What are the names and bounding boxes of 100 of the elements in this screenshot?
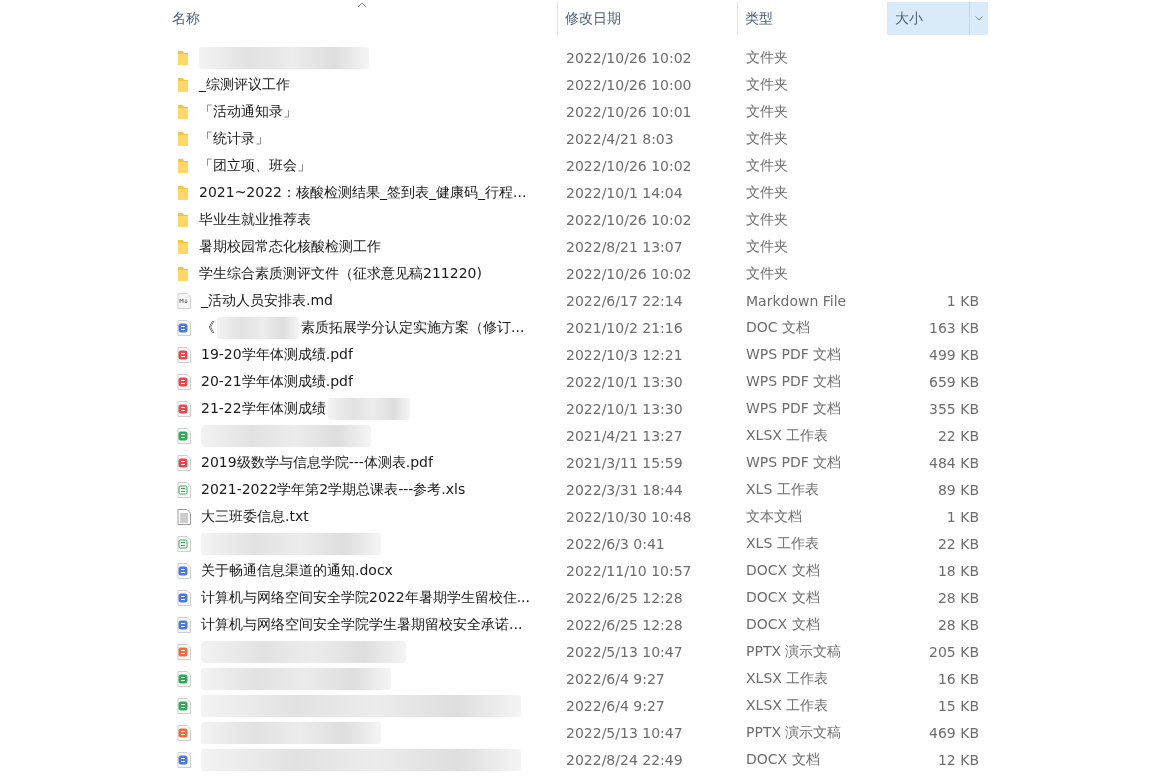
spreadsheet-file-icon: [177, 481, 191, 498]
file-size: 15 KB: [936, 697, 980, 714]
markdown-file-icon: [177, 292, 191, 309]
file-type: WPS PDF 文档: [745, 453, 843, 472]
modified-date: 2022/6/17 22:14: [565, 292, 684, 309]
modified-date: 2022/10/30 10:48: [565, 508, 693, 525]
file-type: 文本文档: [745, 507, 803, 526]
file-name[interactable]: 21-22学年体测成绩: [201, 399, 326, 418]
modified-date: 2022/10/26 10:02: [565, 157, 693, 174]
file-name[interactable]: 关于畅通信息渠道的通知.docx: [201, 561, 393, 580]
file-type: 文件夹: [745, 183, 789, 202]
file-type: PPTX 演示文稿: [745, 723, 843, 742]
file-name[interactable]: 素质拓展学分认定实施方案（修订...: [301, 318, 525, 337]
modified-date: 2022/10/26 10:01: [565, 103, 693, 120]
modified-date: 2022/10/26 10:02: [565, 211, 693, 228]
file-type: PPTX 演示文稿: [745, 642, 843, 661]
modified-date: 2022/10/26 10:02: [565, 265, 693, 282]
text-file-icon: [177, 508, 191, 525]
file-type: XLSX 工作表: [745, 696, 830, 715]
file-type: 文件夹: [745, 48, 789, 67]
file-size: 28 KB: [936, 616, 980, 633]
file-type: WPS PDF 文档: [745, 345, 843, 364]
file-type: Markdown File: [745, 292, 848, 309]
file-type: 文件夹: [745, 264, 789, 283]
word-file-icon: [177, 589, 191, 606]
chevron-down-icon: [975, 16, 983, 21]
column-title: 大小: [895, 9, 924, 28]
file-type: 文件夹: [745, 210, 789, 229]
modified-date: 2022/10/1 14:04: [565, 184, 684, 201]
file-name[interactable]: 「团立项、班会」: [199, 156, 311, 175]
word-file-icon: [177, 751, 191, 768]
pdf-file-icon: [177, 346, 191, 363]
spreadsheet-file-icon: [177, 697, 191, 714]
modified-date: 2022/5/13 10:47: [565, 643, 684, 660]
file-name[interactable]: 2021~2022：核酸检测结果_签到表_健康码_行程...: [199, 183, 527, 202]
modified-date: 2022/5/13 10:47: [565, 724, 684, 741]
modified-date: 2022/4/21 8:03: [565, 130, 675, 147]
file-type: DOCX 文档: [745, 750, 821, 769]
file-name[interactable]: 毕业生就业推荐表: [199, 210, 311, 229]
file-size: 659 KB: [928, 373, 980, 390]
column-title: 名称: [172, 9, 201, 28]
file-size: 89 KB: [936, 481, 980, 498]
file-size: 163 KB: [928, 319, 980, 336]
modified-date: 2022/6/3 0:41: [565, 535, 666, 552]
file-name[interactable]: 2019级数学与信息学院---体测表.pdf: [201, 453, 433, 472]
file-size: 12 KB: [936, 751, 980, 768]
modified-date: 2022/10/1 13:30: [565, 400, 684, 417]
file-size: 355 KB: [928, 400, 980, 417]
modified-date: 2022/6/4 9:27: [565, 670, 666, 687]
modified-date: 2022/11/10 10:57: [565, 562, 693, 579]
modified-date: 2022/8/24 22:49: [565, 751, 684, 768]
file-type: XLSX 工作表: [745, 669, 830, 688]
file-name[interactable]: 19-20学年体测成绩.pdf: [201, 345, 353, 364]
file-name[interactable]: 「统计录」: [199, 129, 269, 148]
folder-icon: [177, 211, 189, 228]
file-name[interactable]: 计算机与网络空间安全学院2022年暑期学生留校住...: [201, 588, 530, 607]
modified-date: 2022/10/26 10:00: [565, 76, 693, 93]
folder-icon: [177, 49, 189, 66]
file-type: DOCX 文档: [745, 615, 821, 634]
file-name[interactable]: 2021-2022学年第2学期总课表---参考.xls: [201, 480, 466, 499]
word-file-icon: [177, 319, 191, 336]
column-title: 类型: [745, 9, 774, 28]
file-type: XLS 工作表: [745, 534, 820, 553]
file-size: 1 KB: [945, 292, 980, 309]
folder-icon: [177, 76, 189, 93]
file-name[interactable]: 计算机与网络空间安全学院学生暑期留校安全承诺...: [201, 615, 523, 634]
file-name[interactable]: _综测评议工作: [199, 75, 290, 94]
file-size: 1 KB: [945, 508, 980, 525]
file-name[interactable]: _活动人员安排表.md: [201, 291, 333, 310]
file-size: 469 KB: [928, 724, 980, 741]
file-type: DOCX 文档: [745, 588, 821, 607]
file-name[interactable]: 学生综合素质测评文件（征求意见稿211220): [199, 264, 482, 283]
folder-icon: [177, 130, 189, 147]
file-name[interactable]: 「活动通知录」: [199, 102, 297, 121]
file-size: 18 KB: [936, 562, 980, 579]
modified-date: 2022/8/21 13:07: [565, 238, 684, 255]
file-name[interactable]: 《: [201, 318, 215, 337]
file-name[interactable]: 大三班委信息.txt: [201, 507, 309, 526]
modified-date: 2022/6/4 9:27: [565, 697, 666, 714]
file-type: 文件夹: [745, 156, 789, 175]
file-size: 205 KB: [928, 643, 980, 660]
folder-icon: [177, 157, 189, 174]
column-header[interactable]: 名称: [165, 2, 558, 35]
file-name[interactable]: 20-21学年体测成绩.pdf: [201, 372, 353, 391]
modified-date: 2022/3/31 18:44: [565, 481, 684, 498]
modified-date: 2022/6/25 12:28: [565, 589, 684, 606]
file-name[interactable]: 暑期校园常态化核酸检测工作: [199, 237, 381, 256]
file-size: 28 KB: [936, 589, 980, 606]
file-type: WPS PDF 文档: [745, 399, 843, 418]
column-header[interactable]: 大小: [887, 2, 988, 35]
modified-date: 2022/10/3 12:21: [565, 346, 684, 363]
modified-date: 2021/10/2 21:16: [565, 319, 684, 336]
modified-date: 2022/10/26 10:02: [565, 49, 693, 66]
column-header[interactable]: 修改日期: [557, 2, 738, 35]
modified-date: 2022/10/1 13:30: [565, 373, 684, 390]
file-type: DOCX 文档: [745, 561, 821, 580]
file-size: 16 KB: [936, 670, 980, 687]
folder-icon: [177, 238, 189, 255]
folder-icon: [177, 265, 189, 282]
file-size: 484 KB: [928, 454, 980, 471]
